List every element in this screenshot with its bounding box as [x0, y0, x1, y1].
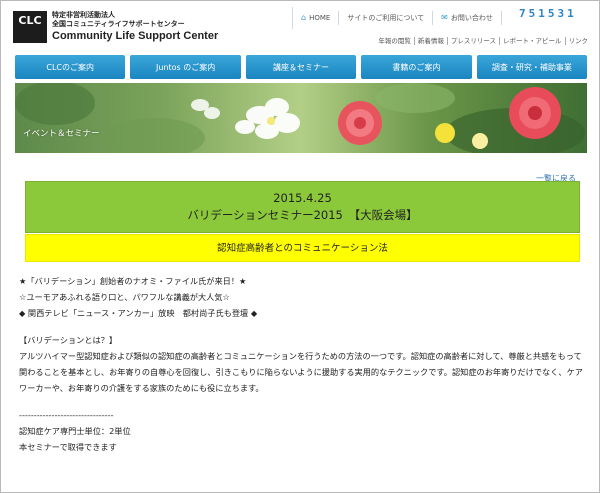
nav-item-juntos[interactable]: Juntos のご案内 — [130, 55, 241, 79]
util-contact-label: お問い合わせ — [450, 14, 493, 22]
logo-org-name-jp: 全国コミュニティライフサポートセンター — [52, 20, 185, 28]
sublink-press[interactable]: プレスリリース — [446, 37, 499, 45]
logo-mark-text: CLC — [18, 14, 42, 27]
util-contact-link[interactable]: ✉ お問い合わせ — [433, 11, 502, 25]
event-date: 2015.4.25 — [273, 191, 332, 205]
logo-text: 特定非営利活動法人 全国コミュニティライフサポートセンター Community … — [52, 11, 218, 43]
banner-label: イベント＆セミナー — [23, 129, 100, 139]
section-heading: 【バリデーションとは？】 — [19, 335, 118, 345]
hero-banner: イベント＆セミナー — [15, 83, 587, 153]
site-header: CLC 特定非営利活動法人 全国コミュニティライフサポートセンター Commun… — [1, 1, 599, 53]
util-terms-label: サイトのご利用について — [347, 14, 425, 22]
page: CLC 特定非営利活動法人 全国コミュニティライフサポートセンター Commun… — [0, 0, 600, 493]
nav-item-research[interactable]: 調査・研究・補助事業 — [476, 55, 588, 79]
clc-logo-mark: CLC — [13, 11, 47, 43]
sublink-news[interactable]: 新着情報 — [413, 37, 447, 45]
sublink-annual-report[interactable]: 年報の閲覧 — [375, 37, 414, 45]
sub-links: 年報の閲覧 新着情報 プレスリリース レポート・アピール リンク — [375, 37, 591, 45]
mail-icon: ✉ — [441, 13, 448, 22]
description-paragraph: アルツハイマー型認知症および類似の認知症の高齢者とコミュニケーションを行うための… — [19, 351, 583, 393]
event-title: バリデーションセミナー2015 【大阪会場】 — [187, 208, 418, 222]
highlight-line-2: ☆ユーモアあふれる語り口と、パワフルな講義が大人気☆ — [19, 292, 230, 302]
logo-org-type: 特定非営利活動法人 — [52, 11, 115, 19]
util-terms-link[interactable]: サイトのご利用について — [339, 11, 434, 25]
credit-line-1: 認知症ケア専門士単位：2単位 — [19, 426, 131, 436]
text-divider: -------------------------------- — [19, 410, 114, 420]
nav-item-seminars[interactable]: 講座＆セミナー — [245, 55, 357, 79]
event-description: ★「バリデーション」創始者のナオミ・ファイル氏が来日！★ ☆ユーモアあふれる語り… — [19, 273, 584, 455]
credit-line-2: 本セミナーで取得できます — [19, 442, 117, 452]
util-home-link[interactable]: ⌂ HOME — [293, 11, 340, 25]
utility-nav: ⌂ HOME サイトのご利用について ✉ お問い合わせ — [292, 7, 502, 29]
sublink-reports[interactable]: レポート・アピール — [499, 37, 565, 45]
visitor-counter: 751531 — [519, 7, 577, 20]
site-logo[interactable]: CLC 特定非営利活動法人 全国コミュニティライフサポートセンター Commun… — [13, 11, 218, 43]
highlight-line-1: ★「バリデーション」創始者のナオミ・ファイル氏が来日！★ — [19, 276, 247, 286]
event-title-box: 2015.4.25 バリデーションセミナー2015 【大阪会場】 — [25, 181, 580, 233]
sublink-links[interactable]: リンク — [564, 37, 592, 45]
logo-org-name-en: Community Life Support Center — [52, 30, 219, 42]
nav-item-about[interactable]: CLCのご案内 — [15, 55, 126, 79]
nav-item-books[interactable]: 書籍のご案内 — [361, 55, 472, 79]
highlight-line-3: ◆ 関西テレビ「ニュース・アンカー」放映 都村尚子氏も登壇 ◆ — [19, 308, 258, 318]
event-subtitle: 認知症高齢者とのコミュニケーション法 — [25, 234, 580, 262]
flowers-illustration — [15, 83, 585, 153]
util-home-label: HOME — [309, 14, 331, 22]
main-nav: CLCのご案内 Juntos のご案内 講座＆セミナー 書籍のご案内 調査・研究… — [15, 55, 588, 79]
home-icon: ⌂ — [301, 13, 307, 22]
